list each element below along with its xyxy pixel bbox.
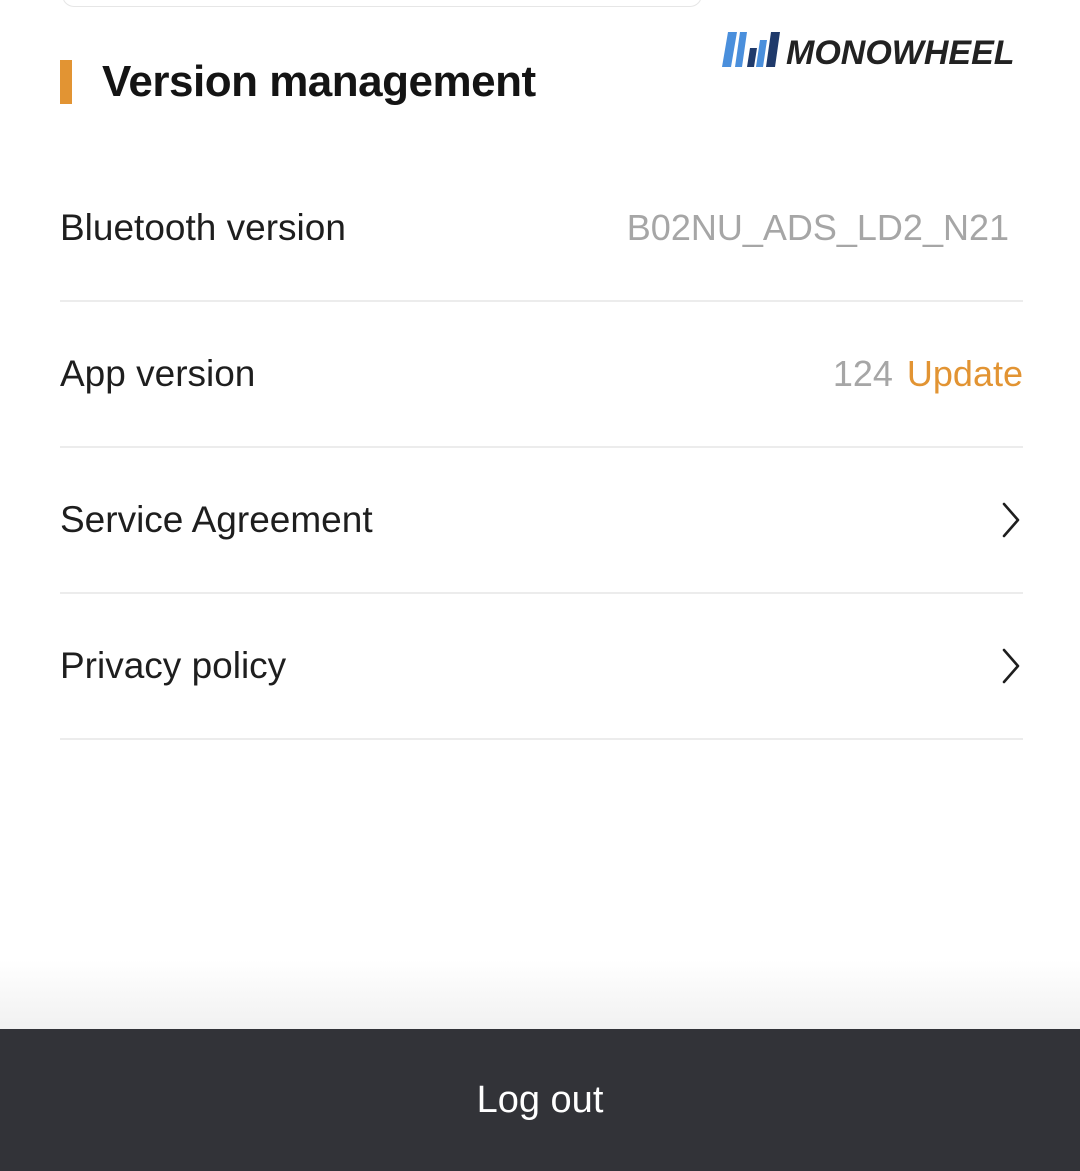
bluetooth-version-row: Bluetooth version B02NU_ADS_LD2_N21 — [60, 156, 1023, 302]
bottom-fade — [0, 960, 1080, 1030]
section-header: Version management — [60, 52, 536, 112]
privacy-policy-row[interactable]: Privacy policy — [60, 594, 1023, 740]
bluetooth-version-label: Bluetooth version — [60, 207, 346, 248]
section-title: Version management — [102, 57, 536, 106]
app-version-value-group: 124 Update — [833, 353, 1023, 395]
service-agreement-row[interactable]: Service Agreement — [60, 448, 1023, 594]
monowheel-logo-icon: MONOWHEEL — [722, 32, 1015, 70]
section-accent-bar — [60, 60, 72, 104]
bluetooth-version-value: B02NU_ADS_LD2_N21 — [626, 207, 1009, 248]
top-card-edge — [62, 0, 702, 7]
settings-list: Bluetooth version B02NU_ADS_LD2_N21 App … — [60, 156, 1023, 740]
service-agreement-label: Service Agreement — [60, 499, 373, 540]
chevron-right-icon — [1002, 502, 1020, 538]
app-version-row: App version 124 Update — [60, 302, 1023, 448]
app-version-value: 124 — [832, 353, 893, 394]
logout-label: Log out — [476, 1078, 604, 1121]
logout-button[interactable]: Log out — [0, 1029, 1080, 1171]
update-button[interactable]: Update — [907, 353, 1023, 395]
brand-logo: MONOWHEEL — [720, 30, 1042, 70]
chevron-right-icon — [1002, 648, 1020, 684]
app-version-label: App version — [60, 353, 256, 394]
svg-text:MONOWHEEL: MONOWHEEL — [786, 34, 1015, 70]
privacy-policy-label: Privacy policy — [60, 645, 287, 686]
